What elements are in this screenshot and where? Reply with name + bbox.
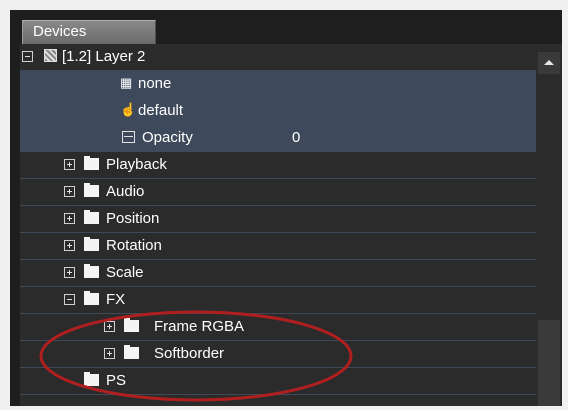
expand-icon[interactable] [104, 348, 115, 359]
row-label: Audio [106, 183, 145, 200]
cursor-icon: ☝ [120, 102, 137, 117]
expand-icon[interactable] [64, 159, 75, 170]
tree-row-rotation[interactable]: Rotation [20, 233, 536, 260]
row-label: Playback [106, 156, 167, 173]
expand-icon[interactable] [104, 321, 115, 332]
row-label: Frame RGBA [154, 318, 245, 335]
opacity-icon [122, 131, 135, 143]
folder-icon [124, 345, 139, 359]
row-label: default [138, 102, 184, 119]
tree-row-frame-rgba[interactable]: Frame RGBA [20, 314, 536, 341]
folder-icon [84, 264, 99, 278]
scroll-thumb[interactable] [538, 320, 560, 406]
layer-label: [1.2] Layer 2 [62, 48, 146, 65]
tree-row-softborder[interactable]: Softborder [20, 341, 536, 368]
collapse-icon[interactable] [22, 51, 33, 62]
folder-icon [84, 210, 99, 224]
row-label: none [138, 75, 172, 92]
tree-row-opacity[interactable]: Opacity 0 [20, 125, 536, 152]
tree-row-default[interactable]: ☝ default [20, 98, 536, 125]
row-label: Rotation [106, 237, 162, 254]
devices-panel: Devices [1.2] Layer 2 ▦ none ☝ default O… [10, 10, 562, 406]
vertical-scrollbar[interactable] [536, 44, 562, 406]
row-label: FX [106, 291, 126, 308]
tree-row-position[interactable]: Position [20, 206, 536, 233]
scroll-up-button[interactable] [538, 52, 560, 74]
layer-icon [44, 49, 57, 62]
expand-icon[interactable] [64, 240, 75, 251]
device-tree: [1.2] Layer 2 ▦ none ☝ default Opacity 0… [20, 44, 536, 406]
tree-row-fx[interactable]: FX [20, 287, 536, 314]
tree-row-playback[interactable]: Playback [20, 152, 536, 179]
folder-icon [84, 183, 99, 197]
row-label: PS [106, 372, 127, 389]
row-label: Scale [106, 264, 144, 281]
folder-icon [84, 291, 99, 305]
collapse-icon[interactable] [64, 294, 75, 305]
tree-row-ps[interactable]: PS [20, 368, 536, 395]
tab-bar: Devices [10, 10, 562, 44]
row-label: Softborder [154, 345, 225, 362]
expand-icon[interactable] [64, 213, 75, 224]
folder-icon [84, 237, 99, 251]
row-label: Position [106, 210, 160, 227]
folder-icon [84, 156, 99, 170]
tab-devices[interactable]: Devices [22, 20, 156, 44]
row-label: Opacity [142, 129, 193, 146]
folder-icon [84, 372, 99, 386]
tree-row-audio[interactable]: Audio [20, 179, 536, 206]
expand-icon[interactable] [64, 267, 75, 278]
expand-icon[interactable] [64, 186, 75, 197]
blend-mode-icon: ▦ [120, 75, 133, 90]
tree-row-layer[interactable]: [1.2] Layer 2 [20, 44, 536, 71]
tree-row-scale[interactable]: Scale [20, 260, 536, 287]
opacity-value[interactable]: 0 [292, 129, 300, 146]
folder-icon [124, 318, 139, 332]
tree-row-none[interactable]: ▦ none [20, 71, 536, 98]
